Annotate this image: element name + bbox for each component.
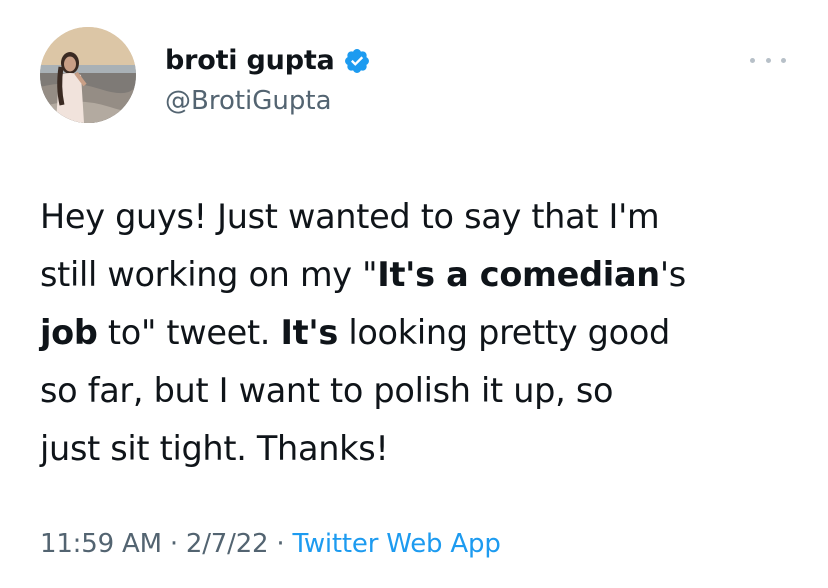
tweet-text-line: still working on my "It's a comedian's bbox=[40, 246, 800, 304]
handle[interactable]: @BrotiGupta bbox=[165, 84, 371, 118]
avatar-photo bbox=[40, 27, 136, 123]
meta-separator: · bbox=[169, 529, 178, 559]
avatar[interactable] bbox=[40, 27, 136, 123]
tweet-text-segment: 's bbox=[659, 255, 686, 294]
more-dot bbox=[750, 57, 755, 63]
tweet-text-line: so far, but I want to polish it up, so bbox=[40, 362, 800, 420]
tweet-text-bold-segment: It's a comedian bbox=[377, 255, 660, 294]
display-name[interactable]: broti gupta bbox=[165, 44, 335, 78]
more-dot bbox=[765, 57, 771, 63]
tweet-text-line: Hey guys! Just wanted to say that I'm bbox=[40, 188, 800, 246]
tweet-text-line: job to" tweet. It's looking pretty good bbox=[40, 304, 800, 362]
tweet-text-segment: still working on my " bbox=[40, 255, 378, 294]
tweet-text-segment: looking pretty good bbox=[338, 313, 670, 352]
tweet-card: broti gupta @BrotiGupta Hey guys! Just w… bbox=[0, 0, 828, 588]
more-dot bbox=[781, 57, 786, 63]
tweet-text-segment: just sit tight. Thanks! bbox=[40, 429, 389, 468]
tweet-text: Hey guys! Just wanted to say that I'm sti… bbox=[40, 188, 800, 478]
tweet-text-segment: Hey guys! Just wanted to say that I'm bbox=[40, 197, 660, 236]
tweet-text-bold-segment: job bbox=[40, 313, 98, 352]
meta-separator: · bbox=[276, 529, 285, 559]
verified-badge-icon bbox=[344, 49, 369, 73]
tweet-source[interactable]: Twitter Web App bbox=[292, 529, 500, 559]
tweet-time[interactable]: 11:59 AM bbox=[40, 529, 162, 559]
tweet-text-segment: so far, but I want to polish it up, so bbox=[40, 371, 614, 410]
tweet-text-segment: to" tweet. bbox=[97, 313, 281, 352]
more-options-icon[interactable] bbox=[750, 50, 786, 70]
tweet-date[interactable]: 2/7/22 bbox=[186, 529, 269, 559]
display-name-row: broti gupta bbox=[165, 44, 371, 78]
tweet-text-bold-segment: It's bbox=[280, 313, 339, 352]
author-block: broti gupta @BrotiGupta bbox=[165, 44, 371, 118]
tweet-text-line: just sit tight. Thanks! bbox=[40, 420, 800, 478]
tweet-meta: 11:59 AM · 2/7/22 · Twitter Web App bbox=[40, 522, 501, 566]
